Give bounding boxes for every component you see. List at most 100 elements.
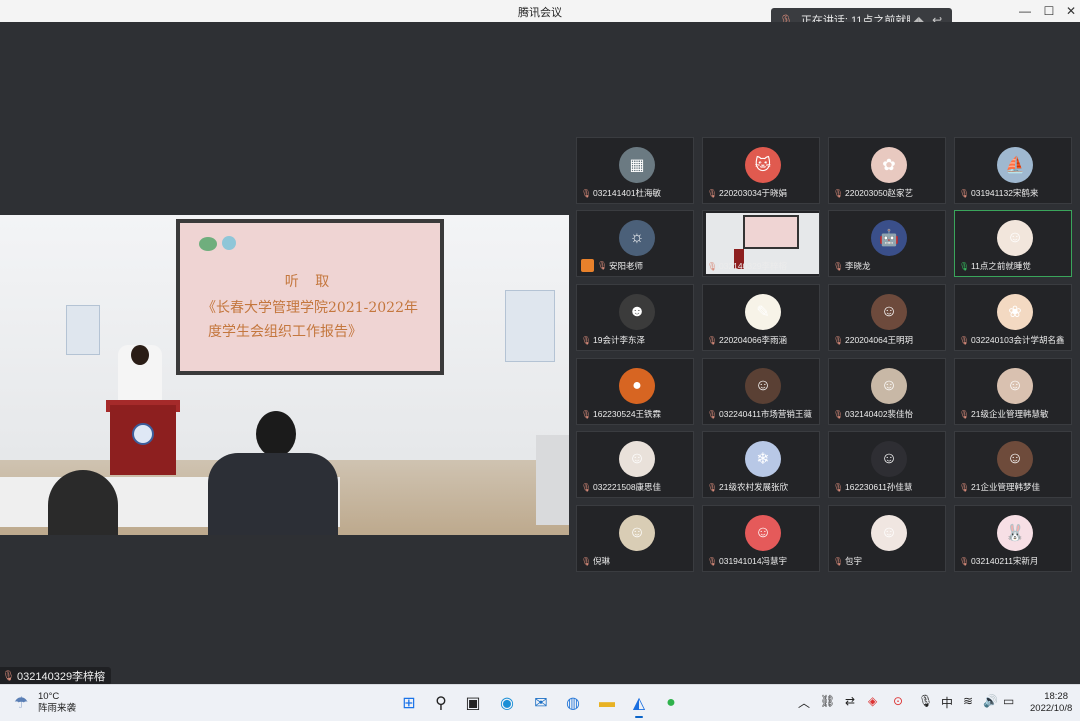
weather-desc: 阵雨来袭 [38, 703, 77, 714]
wifi-icon[interactable]: ≋ [963, 694, 973, 708]
participant-tile[interactable]: ☺ 🎙 031941014冯慧宇 [702, 505, 820, 572]
close-icon[interactable]: ✕ [1058, 0, 1080, 22]
wall-poster [66, 305, 100, 355]
avatar: ✎ [745, 294, 781, 330]
avatar: ❄ [745, 441, 781, 477]
participant-tile[interactable]: ☺ 🎙 162230611孙佳慧 [828, 431, 946, 498]
avatar: ✿ [871, 147, 907, 183]
microphone-muted-icon: 🎙 [581, 335, 592, 345]
microphone-muted-icon: 🎙 [833, 482, 844, 492]
participant-name: 19会计李东泽 [593, 335, 645, 345]
volume-icon[interactable]: 🔊 [983, 694, 998, 708]
side-stand [536, 435, 569, 525]
file-explorer-icon[interactable]: ▬ [594, 690, 620, 716]
avatar: ☺ [871, 441, 907, 477]
mail-icon[interactable]: ✉ [528, 690, 554, 716]
security-icon[interactable]: ◈ [868, 694, 877, 708]
microphone-muted-icon: 🎙 [581, 188, 592, 198]
projected-slide: 听 取 《长春大学管理学院2021-2022年 度学生会组织工作报告》 [180, 223, 440, 371]
participant-name: 032140402裴佳怡 [845, 409, 914, 419]
host-icon [581, 259, 594, 272]
battery-icon[interactable]: ▭ [1003, 694, 1014, 708]
participant-tile[interactable]: ☺ 🎙 21企业管理韩梦佳 [954, 431, 1072, 498]
main-participant-name: 032140329李梓榕 [17, 671, 106, 683]
show-hidden-icons-icon[interactable]: ︿ [798, 694, 810, 711]
minimize-icon[interactable]: — [1012, 0, 1038, 22]
slide-line-3: 度学生会组织工作报告》 [208, 324, 362, 340]
ime-indicator[interactable]: 中 [941, 694, 953, 711]
participant-name: 倪琳 [593, 556, 611, 566]
microphone-muted-icon: 🎙 [833, 556, 844, 566]
microphone-muted-icon: 🎙 [959, 409, 970, 419]
participant-label: 🎙 220203034于晓娟 [707, 187, 817, 199]
wechat-icon[interactable]: ● [658, 690, 684, 716]
weather-temp: 10°C [38, 691, 60, 702]
participant-label: 🎙 032221508康思佳 [581, 481, 691, 493]
participant-tile[interactable]: ☺ 🎙 包宇 [828, 505, 946, 572]
participant-tile[interactable]: ☺ 🎙 倪琳 [576, 505, 694, 572]
participant-tile[interactable]: ☺ 🎙 220204064王明玥 [828, 284, 946, 351]
participant-tile[interactable]: ✿ 🎙 220203050赵家艺 [828, 137, 946, 204]
participant-tile[interactable]: ⛵ 🎙 031941132宋鹤来 [954, 137, 1072, 204]
microphone-muted-icon: 🎙 [707, 482, 718, 492]
tencent-meeting-icon[interactable]: ◭ [626, 690, 652, 718]
microphone-muted-icon: 🎙 [959, 482, 970, 492]
clock-time: 18:28 [1044, 691, 1068, 702]
participant-name: 220204064王明玥 [845, 335, 914, 345]
search-icon[interactable]: ⚲ [428, 690, 454, 716]
participant-name: 031941132宋鹤来 [971, 188, 1039, 198]
participant-tile[interactable]: ☺ 🎙 11点之前就睡觉 [954, 210, 1072, 277]
main-video-feed: 听 取 《长春大学管理学院2021-2022年 度学生会组织工作报告》 [0, 215, 569, 535]
microphone-muted-icon: 🎙 [707, 409, 718, 419]
meeting-tray-icon[interactable]: ⛓ [820, 694, 835, 708]
participant-tile[interactable]: ✎ 🎙 220204066李雨涵 [702, 284, 820, 351]
participant-label: 🎙 220204064王明玥 [833, 334, 943, 346]
audience-member [48, 470, 118, 535]
system-clock[interactable]: 18:28 2022/10/8 [1030, 691, 1072, 715]
participant-label: 🎙 031941014冯慧宇 [707, 555, 817, 567]
participant-tile[interactable]: 🐰 🎙 032140211宋新月 [954, 505, 1072, 572]
participant-tile[interactable]: ☺ 🎙 21级企业管理韩慧敏 [954, 358, 1072, 425]
participant-tile[interactable]: ☼ 🎙 安阳老师 [576, 210, 694, 277]
participant-name: 11点之前就睡觉 [971, 261, 1031, 271]
projection-screen: 听 取 《长春大学管理学院2021-2022年 度学生会组织工作报告》 [176, 219, 444, 375]
avatar: ▦ [619, 147, 655, 183]
avatar: ☺ [871, 515, 907, 551]
participant-tile[interactable]: ☺ 🎙 032221508康思佳 [576, 431, 694, 498]
participant-tile[interactable]: ❀ 🎙 032240103会计学胡名鑫 [954, 284, 1072, 351]
task-view-icon[interactable]: ▣ [460, 690, 486, 716]
participant-tile[interactable]: ☻ 🎙 19会计李东泽 [576, 284, 694, 351]
participant-label: 🎙 032140402裴佳怡 [833, 408, 943, 420]
avatar: ☺ [871, 294, 907, 330]
participant-tile[interactable]: 🤖 🎙 李晓龙 [828, 210, 946, 277]
video-screen-thumbnail [743, 215, 799, 249]
participant-tile[interactable]: 🐱 🎙 220203034于晓娟 [702, 137, 820, 204]
participant-tile[interactable]: ▦ 🎙 032141401杜海敏 [576, 137, 694, 204]
participant-name: 032141401杜海敏 [593, 188, 662, 198]
weather-widget[interactable]: ☂ 10°C 阵雨来袭 [14, 691, 76, 715]
avatar: ☺ [619, 441, 655, 477]
network-tool-icon[interactable]: ⊙ [893, 694, 903, 708]
browser-icon[interactable]: ◍ [560, 690, 586, 716]
participant-name: 220203034于晓娟 [719, 188, 788, 198]
microphone-muted-icon: 🎙 [833, 335, 844, 345]
participant-name: 安阳老师 [609, 260, 644, 271]
participant-name: 21企业管理韩梦佳 [971, 482, 1040, 492]
participant-name: 032140329李梓榕 [719, 261, 788, 271]
participant-label: 🎙 220204066李雨涵 [707, 334, 817, 346]
participant-tile[interactable]: 🎙 032140329李梓榕 [702, 210, 820, 277]
microphone-tray-icon[interactable]: 🎙 [918, 694, 933, 708]
participant-tile[interactable]: ❄ 🎙 21级农村发展张欣 [702, 431, 820, 498]
start-icon[interactable]: ⊞ [396, 690, 422, 716]
edge-browser-icon[interactable]: ◉ [494, 690, 520, 716]
participant-label: 🎙 162230611孙佳慧 [833, 481, 943, 493]
participant-label: 🎙 032140329李梓榕 [707, 260, 817, 272]
avatar: ☺ [997, 441, 1033, 477]
sync-icon[interactable]: ⇄ [845, 694, 855, 708]
participant-tile[interactable]: ☺ 🎙 032240411市场营销王薇 [702, 358, 820, 425]
avatar: ☺ [871, 368, 907, 404]
participant-label: 🎙 032240411市场营销王薇 [707, 408, 817, 420]
participant-tile[interactable]: ☺ 🎙 032140402裴佳怡 [828, 358, 946, 425]
microphone-muted-icon: 🎙 [581, 556, 592, 566]
participant-tile[interactable]: ● 🎙 162230524王铁霖 [576, 358, 694, 425]
